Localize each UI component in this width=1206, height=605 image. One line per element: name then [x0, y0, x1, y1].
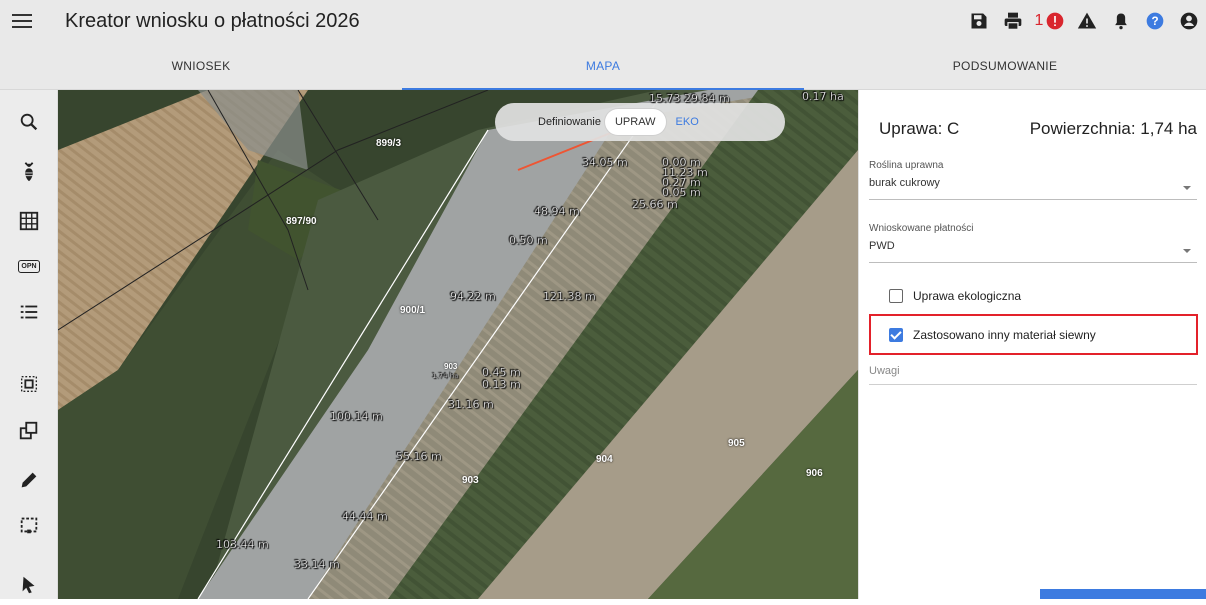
measure-label: 0.13 m [482, 378, 521, 391]
error-badge[interactable]: 1 [1030, 0, 1070, 42]
parcel-label: 900/1 [400, 305, 426, 316]
svg-text:?: ? [1151, 15, 1158, 28]
search-icon[interactable] [0, 102, 58, 142]
crop-details-panel: Uprawa: C Powierzchnia: 1,74 ha Roślina … [858, 90, 1206, 599]
select-area-icon[interactable] [0, 364, 58, 404]
error-count: 1 [1034, 12, 1044, 29]
checkbox-eco[interactable]: Uprawa ekologiczna [889, 289, 1021, 303]
chevron-down-icon [1183, 249, 1191, 253]
measure-label: 100.14 m [330, 410, 383, 423]
toggle-label: Definiowanie [538, 116, 601, 128]
define-toggle: Definiowanie UPRAW EKO [495, 103, 785, 141]
payments-select-label: Wnioskowane płatności [869, 223, 974, 234]
measure-label: 0.17 ha [802, 90, 844, 103]
checkbox-seed-box[interactable] [889, 328, 903, 342]
app-title: Kreator wniosku o płatności 2026 [65, 9, 360, 32]
checkbox-eco-label: Uprawa ekologiczna [913, 289, 1022, 303]
checkbox-seed-label: Zastosowano inny materiał siewny [913, 328, 1096, 342]
measure-label: 48.94 m [534, 205, 580, 218]
payments-select-value: PWD [869, 240, 895, 252]
measure-label: 44.44 m [342, 510, 388, 523]
panel-header: Uprawa: C Powierzchnia: 1,74 ha [879, 119, 1197, 139]
plant-icon[interactable] [0, 152, 58, 192]
measure-label: 25.66 m [632, 198, 678, 211]
notes-field[interactable]: Uwagi [869, 365, 1197, 385]
tab-podsumowanie[interactable]: PODSUMOWANIE [804, 42, 1206, 89]
tab-mapa[interactable]: MAPA [402, 42, 804, 90]
copy-shape-icon[interactable] [0, 411, 58, 451]
parcel-label: 899/3 [376, 138, 402, 149]
menu-icon[interactable] [0, 0, 44, 42]
measure-label: 15.73 [649, 92, 681, 105]
measure-label: 33.14 m [294, 558, 340, 571]
parcel-label: 904 [596, 454, 613, 465]
plant-select-label: Roślina uprawna [869, 160, 944, 171]
crop-icon[interactable] [0, 505, 58, 545]
parcel-label: 906 [806, 468, 823, 479]
parcel-label: 897/90 [286, 216, 317, 227]
tab-bar: WNIOSEK MAPA PODSUMOWANIE [0, 42, 1206, 90]
top-icons: 1 ? [962, 0, 1206, 42]
pointer-icon[interactable] [0, 565, 58, 605]
measure-label: 121.38 m [543, 290, 596, 303]
tab-wniosek[interactable]: WNIOSEK [0, 42, 402, 89]
help-icon[interactable]: ? [1138, 0, 1172, 42]
checkbox-eco-box[interactable] [889, 289, 903, 303]
measure-label: 29.84 m [684, 92, 730, 105]
grid-icon[interactable] [0, 201, 58, 241]
print-icon[interactable] [996, 0, 1030, 42]
toggle-upraw[interactable]: UPRAW [604, 109, 666, 135]
checkbox-seed[interactable]: Zastosowano inny materiał siewny [889, 328, 1096, 342]
list-icon[interactable] [0, 292, 58, 332]
opn-icon[interactable]: OPN [0, 246, 58, 286]
area-label: Powierzchnia: 1,74 ha [1029, 119, 1197, 138]
save-icon[interactable] [962, 0, 996, 42]
measure-label: 31.16 m [448, 398, 494, 411]
parcel-label: 905 [728, 438, 745, 449]
measure-label: 1.74 ha [432, 372, 459, 380]
crop-label: Uprawa: C [879, 119, 960, 138]
pencil-icon[interactable] [0, 460, 58, 500]
satellite-imagery [58, 90, 858, 599]
payments-select[interactable]: Wnioskowane płatności PWD [869, 223, 1197, 263]
warning-icon[interactable] [1070, 0, 1104, 42]
measure-label: 103.44 m [216, 538, 269, 551]
error-badge-icon [1047, 12, 1064, 30]
chevron-down-icon [1183, 186, 1191, 190]
measure-label: 0.50 m [509, 234, 548, 247]
measure-label: 94.22 m [450, 290, 496, 303]
toggle-eko[interactable]: EKO [666, 109, 709, 135]
plant-select-value: burak cukrowy [869, 177, 940, 189]
measure-label: 34.05 m [582, 156, 628, 169]
left-toolbar: OPN [0, 90, 58, 599]
parcel-label: 903 [462, 475, 479, 486]
parcel-label: 903 [444, 362, 458, 371]
measure-label: 55.16 m [396, 450, 442, 463]
app-bar: Kreator wniosku o płatności 2026 1 ? [0, 0, 1206, 42]
bottom-action-button[interactable] [1040, 589, 1206, 599]
opn-label: OPN [18, 259, 40, 273]
bell-icon[interactable] [1104, 0, 1138, 42]
map-view[interactable]: Definiowanie UPRAW EKO 899/3 897/90 900/… [58, 90, 858, 599]
account-icon[interactable] [1172, 0, 1206, 42]
plant-select[interactable]: Roślina uprawna burak cukrowy [869, 160, 1197, 200]
